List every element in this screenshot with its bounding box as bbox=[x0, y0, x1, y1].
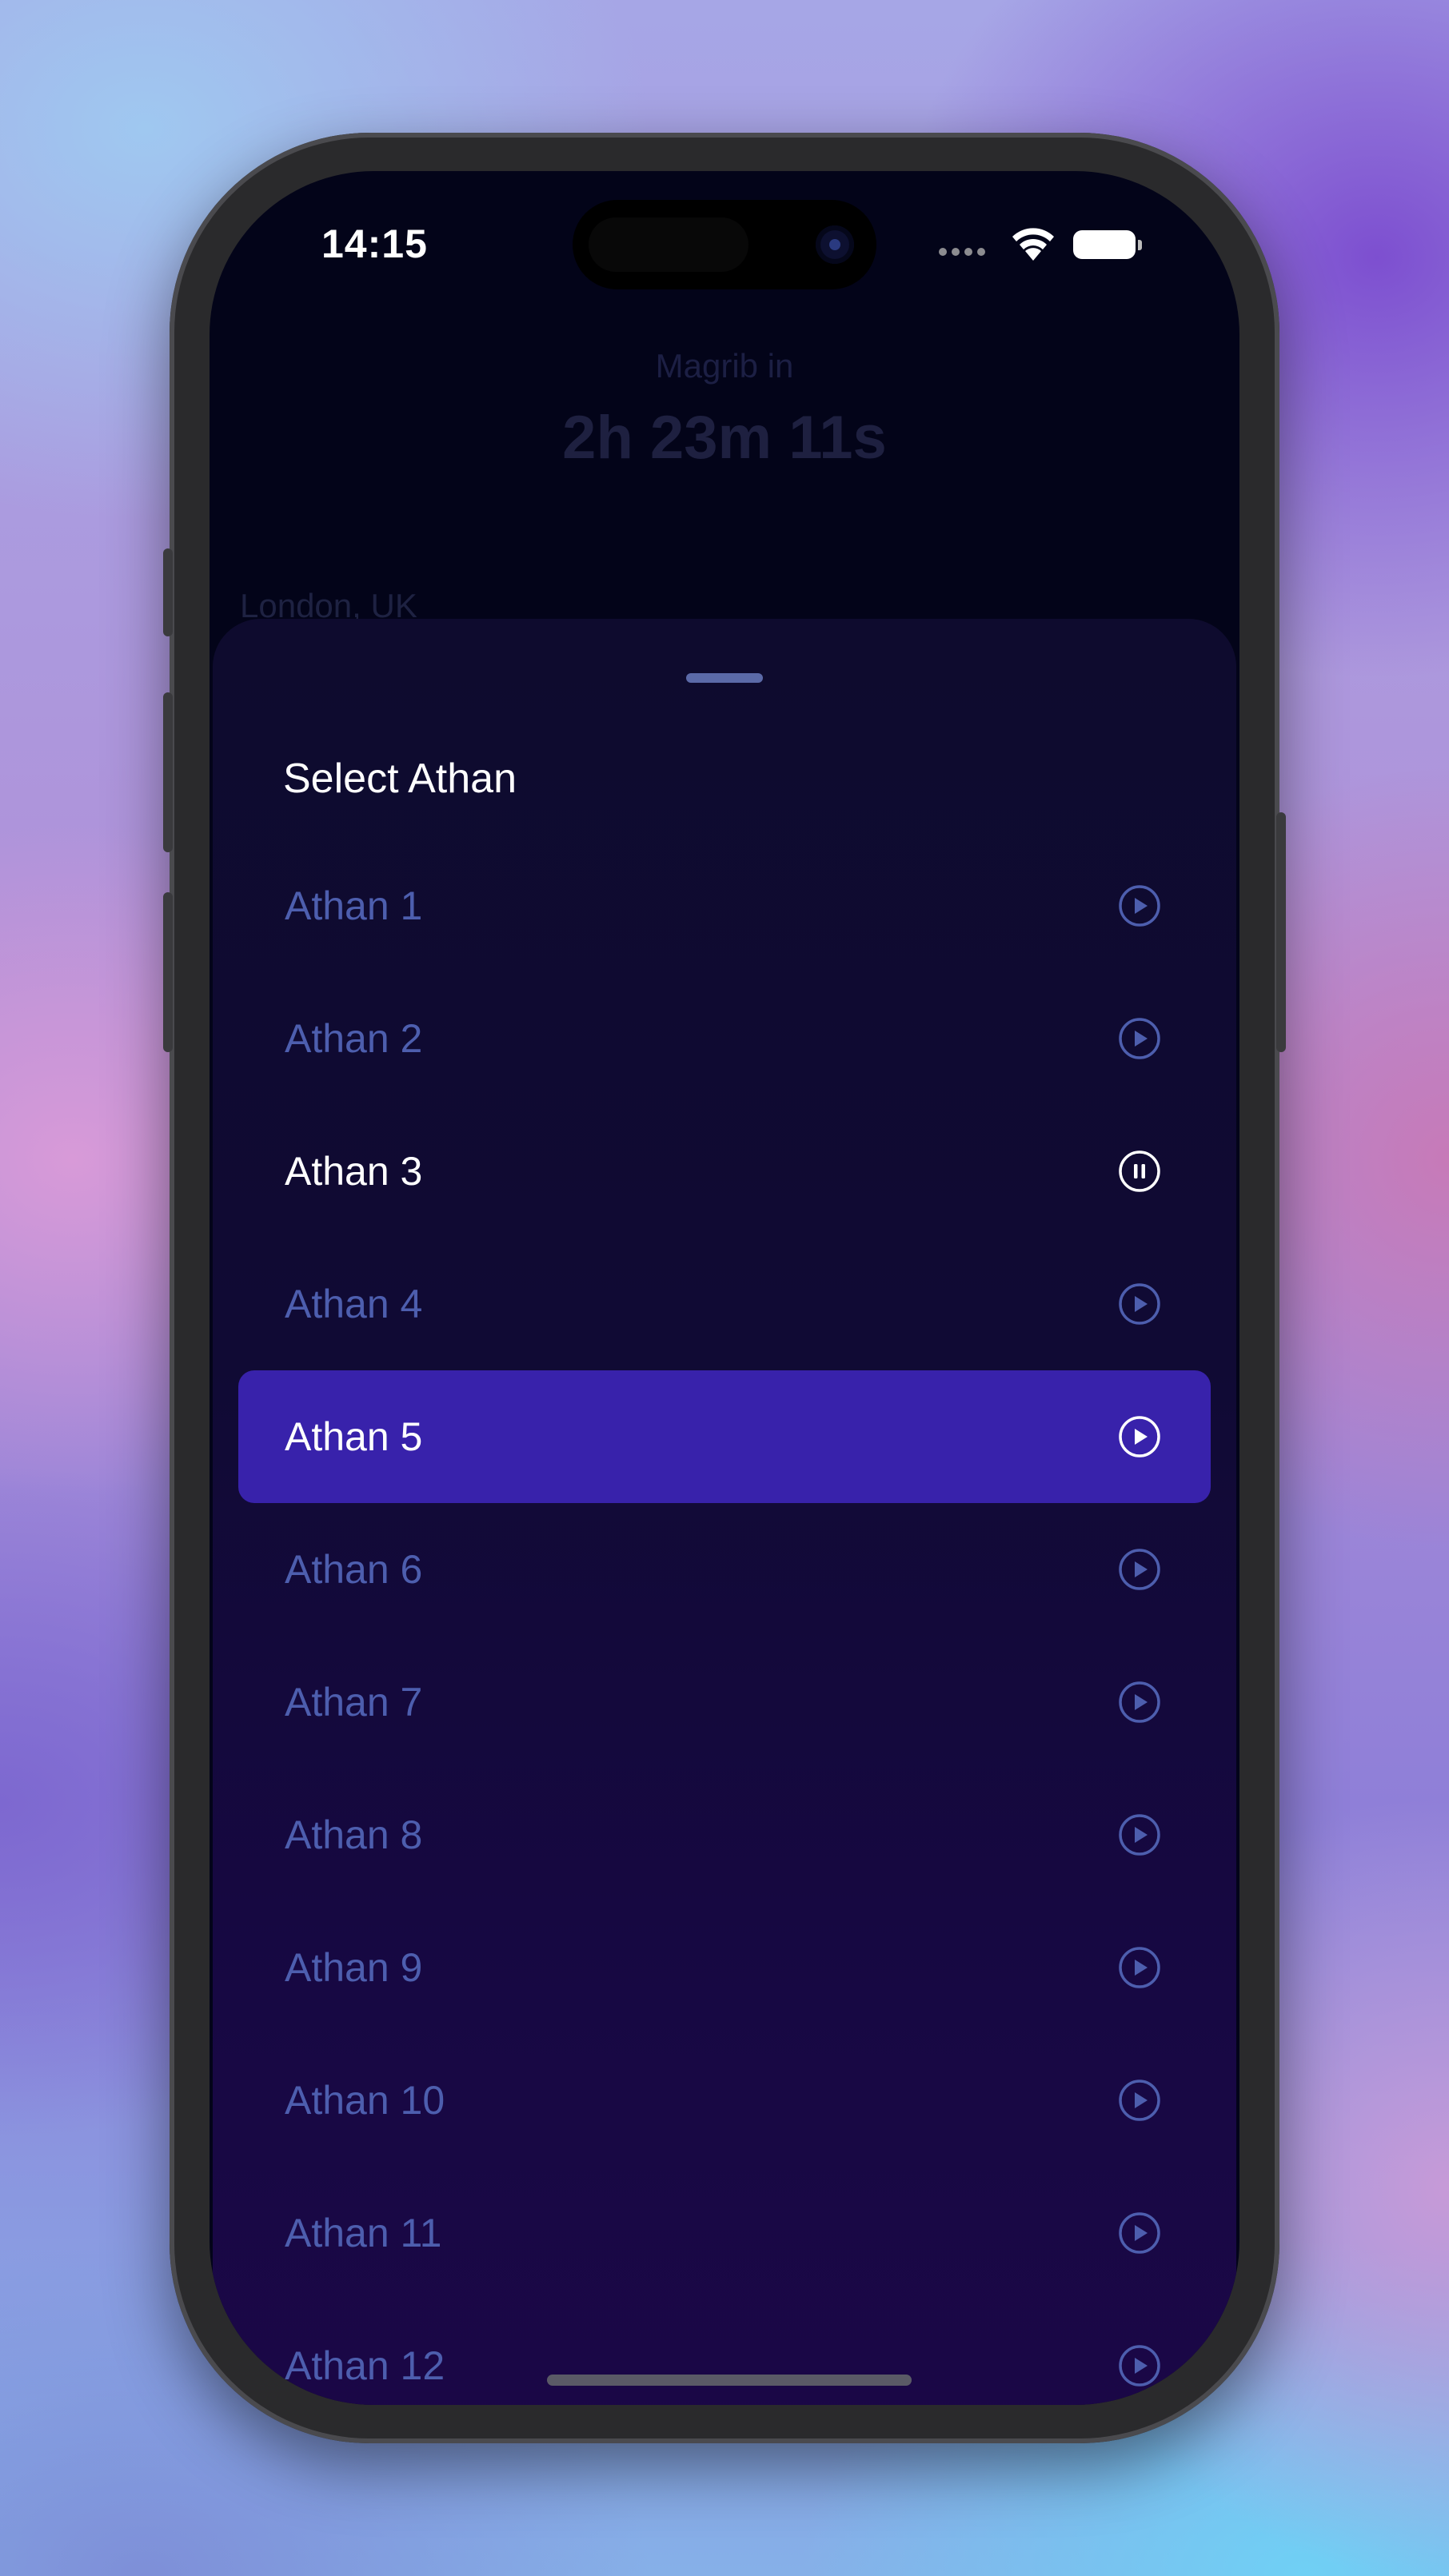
phone-frame: 14:15 Magrib in 2h 23m 11s London, UK Se… bbox=[163, 133, 1286, 2443]
sheet-title: Select Athan bbox=[283, 756, 517, 802]
play-icon[interactable] bbox=[1118, 1813, 1161, 1856]
athan-label: Athan 5 bbox=[285, 1414, 423, 1459]
select-athan-sheet: Select Athan Athan 1 Athan 2 Athan 3 Ath… bbox=[213, 619, 1236, 2405]
action-button bbox=[163, 548, 173, 636]
play-icon[interactable] bbox=[1118, 1415, 1161, 1458]
athan-row-3[interactable]: Athan 3 bbox=[238, 1105, 1211, 1238]
home-indicator[interactable] bbox=[547, 2375, 912, 2386]
next-prayer-label: Magrib in bbox=[655, 347, 794, 385]
athan-row-2[interactable]: Athan 2 bbox=[238, 972, 1211, 1105]
athan-row-6[interactable]: Athan 6 bbox=[238, 1503, 1211, 1636]
athan-label: Athan 4 bbox=[285, 1282, 423, 1326]
play-icon[interactable] bbox=[1118, 1681, 1161, 1724]
athan-row-11[interactable]: Athan 11 bbox=[238, 2167, 1211, 2299]
battery-icon bbox=[1073, 230, 1142, 259]
athan-label: Athan 1 bbox=[285, 883, 423, 928]
athan-label: Athan 2 bbox=[285, 1016, 423, 1061]
wifi-icon bbox=[1012, 228, 1054, 261]
status-time: 14:15 bbox=[321, 221, 428, 266]
prayer-countdown: 2h 23m 11s bbox=[562, 404, 887, 472]
athan-row-5[interactable]: Athan 5 bbox=[238, 1370, 1211, 1503]
athan-label: Athan 11 bbox=[285, 2211, 442, 2255]
athan-list: Athan 1 Athan 2 Athan 3 Athan 4 Athan 5 bbox=[238, 839, 1211, 2405]
dynamic-island bbox=[573, 200, 876, 289]
volume-down-button bbox=[163, 892, 173, 1052]
athan-label: Athan 3 bbox=[285, 1149, 423, 1194]
athan-row-10[interactable]: Athan 10 bbox=[238, 2034, 1211, 2167]
play-icon[interactable] bbox=[1118, 1548, 1161, 1591]
sheet-grabber[interactable] bbox=[686, 673, 763, 683]
play-icon[interactable] bbox=[1118, 1946, 1161, 1989]
power-button bbox=[1276, 812, 1286, 1052]
athan-row-8[interactable]: Athan 8 bbox=[238, 1769, 1211, 1901]
athan-row-1[interactable]: Athan 1 bbox=[238, 839, 1211, 972]
athan-row-7[interactable]: Athan 7 bbox=[238, 1636, 1211, 1769]
phone-screen: 14:15 Magrib in 2h 23m 11s London, UK Se… bbox=[210, 171, 1239, 2405]
play-icon[interactable] bbox=[1118, 2079, 1161, 2122]
status-bar: 14:15 bbox=[210, 171, 1239, 289]
athan-row-12[interactable]: Athan 12 bbox=[238, 2299, 1211, 2405]
athan-label: Athan 10 bbox=[285, 2078, 445, 2123]
athan-label: Athan 6 bbox=[285, 1547, 423, 1592]
athan-label: Athan 12 bbox=[285, 2343, 445, 2388]
athan-label: Athan 8 bbox=[285, 1812, 423, 1857]
sensor bbox=[589, 217, 748, 272]
camera-icon bbox=[816, 225, 854, 264]
athan-row-9[interactable]: Athan 9 bbox=[238, 1901, 1211, 2034]
athan-label: Athan 9 bbox=[285, 1945, 423, 1990]
play-icon[interactable] bbox=[1118, 1017, 1161, 1060]
pause-icon[interactable] bbox=[1118, 1150, 1161, 1193]
play-icon[interactable] bbox=[1118, 2211, 1161, 2255]
athan-row-4[interactable]: Athan 4 bbox=[238, 1238, 1211, 1370]
athan-label: Athan 7 bbox=[285, 1680, 423, 1725]
volume-up-button bbox=[163, 692, 173, 852]
play-icon[interactable] bbox=[1118, 1282, 1161, 1326]
play-icon[interactable] bbox=[1118, 884, 1161, 927]
play-icon[interactable] bbox=[1118, 2344, 1161, 2387]
